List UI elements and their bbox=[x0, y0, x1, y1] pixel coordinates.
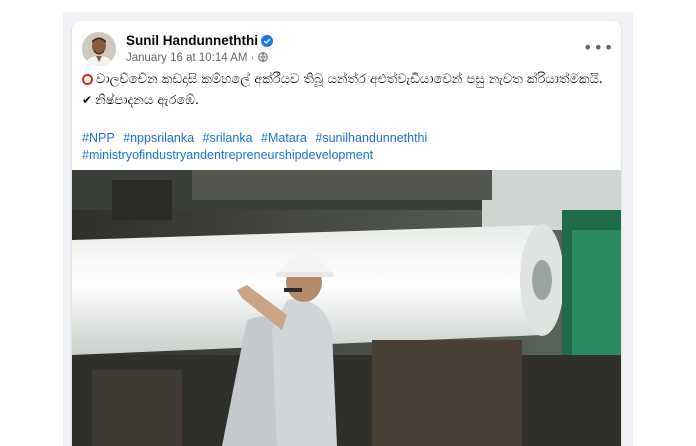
hashtag-link[interactable]: #srilanka bbox=[203, 131, 253, 145]
post-text-line2-content: නිෂ්පාදනය ඇරඹේ. bbox=[95, 93, 200, 108]
globe-icon bbox=[257, 52, 268, 64]
post-text-line1-content: වාලච්චේන කඩදාසි කම්හලේ අක්රීයව තිබූ යන්ත… bbox=[96, 72, 603, 87]
hashtag-link[interactable]: #Matara bbox=[261, 131, 307, 145]
meta-separator: · bbox=[250, 52, 255, 64]
facebook-post-card: Sunil Handunneththi January 16 at 10:14 … bbox=[72, 21, 621, 446]
post-text: වාලච්චේන කඩදාසි කම්හලේ අක්රීයව තිබූ යන්ත… bbox=[82, 70, 607, 111]
verified-badge-icon bbox=[260, 35, 273, 50]
red-circle-icon bbox=[82, 74, 93, 85]
more-options-icon[interactable]: ••• bbox=[583, 40, 613, 56]
avatar-photo bbox=[82, 32, 116, 66]
hashtag-link[interactable]: #nppsrilanka bbox=[123, 131, 194, 145]
hashtag-link[interactable]: #NPP bbox=[82, 131, 115, 145]
post-text-line2: ✔ නිෂ්පාදනය ඇරඹේ. bbox=[82, 90, 607, 111]
post-text-line1: වාලච්චේන කඩදාසි කම්හලේ අක්රීයව තිබූ යන්ත… bbox=[82, 70, 607, 90]
author-avatar[interactable] bbox=[82, 32, 116, 66]
post-header: Sunil Handunneththi January 16 at 10:14 … bbox=[82, 32, 613, 68]
post-meta: January 16 at 10:14 AM · bbox=[126, 52, 268, 64]
author-name-text[interactable]: Sunil Handunneththi bbox=[126, 33, 258, 48]
hashtag-link[interactable]: #ministryofindustryandentrepreneurshipde… bbox=[82, 148, 373, 162]
hashtag-list: #NPP #nppsrilanka #srilanka #Matara #sun… bbox=[82, 130, 607, 164]
author-name[interactable]: Sunil Handunneththi bbox=[126, 33, 273, 50]
video-frame-image bbox=[72, 170, 621, 446]
post-timestamp[interactable]: January 16 at 10:14 AM bbox=[126, 52, 247, 64]
hashtag-link[interactable]: #sunilhandunneththi bbox=[315, 131, 427, 145]
post-video[interactable] bbox=[72, 170, 621, 446]
check-mark-icon: ✔ bbox=[82, 93, 93, 107]
